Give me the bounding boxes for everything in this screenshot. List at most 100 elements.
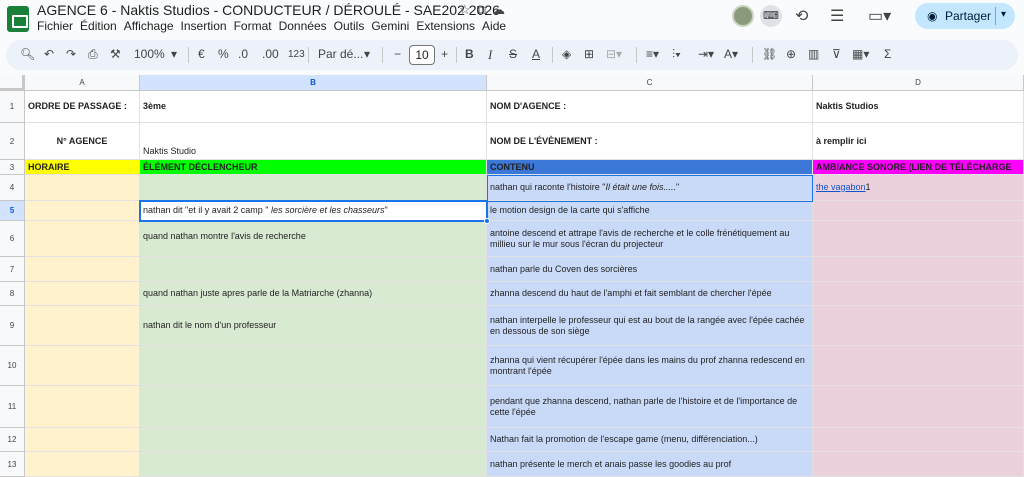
cell-d9[interactable] xyxy=(813,306,1024,346)
column-header-b[interactable]: B xyxy=(140,75,487,91)
cell-c3[interactable]: CONTENU xyxy=(487,160,813,175)
merge-cells-icon[interactable]: ⊟▾ xyxy=(606,47,622,61)
cell-d2[interactable]: à remplir ici xyxy=(813,123,1024,160)
search-menus-icon[interactable]: 🔍︎ xyxy=(20,47,35,61)
move-folder-icon[interactable]: ⧉ xyxy=(477,2,492,17)
undo-icon[interactable]: ↶ xyxy=(44,47,54,61)
cell-a1[interactable]: ORDRE DE PASSAGE : xyxy=(25,91,140,123)
cell-b8[interactable]: quand nathan juste apres parle de la Mat… xyxy=(140,282,487,306)
functions-icon[interactable]: Σ xyxy=(884,47,891,61)
document-title[interactable]: AGENCE 6 - Naktis Studios - CONDUCTEUR /… xyxy=(37,2,500,18)
insert-chart-icon[interactable]: ▥ xyxy=(808,47,819,61)
cell-d8[interactable] xyxy=(813,282,1024,306)
fill-handle[interactable] xyxy=(484,218,490,224)
row-header[interactable]: 10 xyxy=(0,346,25,386)
cell-b5[interactable]: nathan dit "et il y avait 2 camp " les s… xyxy=(140,201,487,221)
cell-d10[interactable] xyxy=(813,346,1024,386)
cell-c12[interactable]: Nathan fait la promotion de l'escape gam… xyxy=(487,428,813,452)
italic-button[interactable]: I xyxy=(488,47,492,63)
cell-b6[interactable]: quand nathan montre l'avis de recherche xyxy=(140,221,487,257)
vertical-align-icon[interactable]: ⫶▾ xyxy=(672,47,681,62)
cell-c2[interactable]: NOM DE L'ÉVÈNEMENT : xyxy=(487,123,813,160)
cell-a7[interactable] xyxy=(25,257,140,282)
column-header-a[interactable]: A xyxy=(25,75,140,91)
bold-button[interactable]: B xyxy=(465,47,474,61)
filter-views-icon[interactable]: ▦▾ xyxy=(852,47,869,61)
cell-b12[interactable] xyxy=(140,428,487,452)
cell-c11[interactable]: pendant que zhanna descend, nathan parle… xyxy=(487,386,813,428)
audio-link[interactable]: the vagabon xyxy=(816,182,866,192)
row-header[interactable]: 6 xyxy=(0,221,25,257)
cell-d5[interactable] xyxy=(813,201,1024,221)
share-button[interactable]: ◉ Partager ▾ xyxy=(915,3,1015,29)
cell-a12[interactable] xyxy=(25,428,140,452)
menu-format[interactable]: Format xyxy=(234,19,272,33)
cell-b13[interactable] xyxy=(140,452,487,477)
percent-button[interactable]: % xyxy=(218,47,229,61)
cell-d12[interactable] xyxy=(813,428,1024,452)
menu-edition[interactable]: Édition xyxy=(80,19,117,33)
row-header[interactable]: 8 xyxy=(0,282,25,306)
currency-button[interactable]: € xyxy=(198,47,205,61)
cell-b10[interactable] xyxy=(140,346,487,386)
borders-icon[interactable]: ⊞ xyxy=(584,47,594,61)
text-wrapping-icon[interactable]: ⇥▾ xyxy=(698,47,714,61)
font-size-increase-button[interactable]: + xyxy=(441,47,448,61)
row-header[interactable]: 11 xyxy=(0,386,25,428)
text-rotation-icon[interactable]: A▾ xyxy=(724,47,738,61)
more-formats-button[interactable]: 123 xyxy=(288,49,305,60)
cell-b9[interactable]: nathan dit le nom d'un professeur xyxy=(140,306,487,346)
row-header[interactable]: 7 xyxy=(0,257,25,282)
cell-a8[interactable] xyxy=(25,282,140,306)
cell-c5[interactable]: le motion design de la carte qui s'affic… xyxy=(487,201,813,221)
font-select[interactable]: Par dé... xyxy=(318,47,363,61)
cell-b7[interactable] xyxy=(140,257,487,282)
sheets-logo-icon[interactable] xyxy=(7,6,29,32)
column-header-d[interactable]: D xyxy=(813,75,1024,91)
text-color-button[interactable]: A xyxy=(532,47,540,61)
cell-d3[interactable]: AMBIANCE SONORE (LIEN DE TÉLÉCHARGE xyxy=(813,160,1024,175)
row-header[interactable]: 12 xyxy=(0,428,25,452)
chat-icon[interactable]: ⌨ xyxy=(760,5,782,27)
cell-b3[interactable]: ÉLÉMENT DÉCLENCHEUR xyxy=(140,160,487,175)
cell-b4[interactable] xyxy=(140,175,487,201)
filter-icon[interactable]: ⊽ xyxy=(832,47,841,61)
select-all-corner[interactable] xyxy=(0,75,25,91)
zoom-dropdown-icon[interactable]: ▾ xyxy=(171,47,177,61)
horizontal-align-icon[interactable]: ≡▾ xyxy=(646,47,659,61)
cell-d4[interactable]: the vagabon1 xyxy=(813,175,1024,201)
column-header-c[interactable]: C xyxy=(487,75,813,91)
collaborator-avatar[interactable] xyxy=(732,5,754,27)
menu-affichage[interactable]: Affichage xyxy=(124,19,174,33)
cell-c7[interactable]: nathan parle du Coven des sorcières xyxy=(487,257,813,282)
font-dropdown-icon[interactable]: ▾ xyxy=(364,47,370,61)
cell-a3[interactable]: HORAIRE xyxy=(25,160,140,175)
redo-icon[interactable]: ↷ xyxy=(66,47,76,61)
row-header[interactable]: 2 xyxy=(0,123,25,160)
cell-d6[interactable] xyxy=(813,221,1024,257)
menu-donnees[interactable]: Données xyxy=(279,19,327,33)
cell-d7[interactable] xyxy=(813,257,1024,282)
zoom-select[interactable]: 100% xyxy=(134,47,165,61)
strikethrough-button[interactable]: S xyxy=(509,47,517,61)
cell-a5[interactable] xyxy=(25,201,140,221)
increase-decimal-button[interactable]: .00 xyxy=(262,47,279,61)
row-header[interactable]: 9 xyxy=(0,306,25,346)
cell-a13[interactable] xyxy=(25,452,140,477)
paint-format-icon[interactable]: ⚒ xyxy=(110,47,121,61)
row-header[interactable]: 3 xyxy=(0,160,25,175)
decrease-decimal-button[interactable]: .0 xyxy=(238,47,248,61)
history-icon[interactable]: ⟲ xyxy=(795,6,808,26)
cell-c6[interactable]: antoine descend et attrape l'avis de rec… xyxy=(487,221,813,257)
menu-extensions[interactable]: Extensions xyxy=(416,19,475,33)
cell-a4[interactable] xyxy=(25,175,140,201)
cell-c13[interactable]: nathan présente le merch et anais passe … xyxy=(487,452,813,477)
cloud-status-icon[interactable]: ☁ xyxy=(492,2,511,17)
menu-gemini[interactable]: Gemini xyxy=(371,19,409,33)
cell-d1[interactable]: Naktis Studios xyxy=(813,91,1024,123)
row-header[interactable]: 5 xyxy=(0,201,25,221)
cell-a11[interactable] xyxy=(25,386,140,428)
cell-b1[interactable]: 3ème xyxy=(140,91,487,123)
cell-c10[interactable]: zhanna qui vient récupérer l'épée dans l… xyxy=(487,346,813,386)
row-header[interactable]: 13 xyxy=(0,452,25,477)
